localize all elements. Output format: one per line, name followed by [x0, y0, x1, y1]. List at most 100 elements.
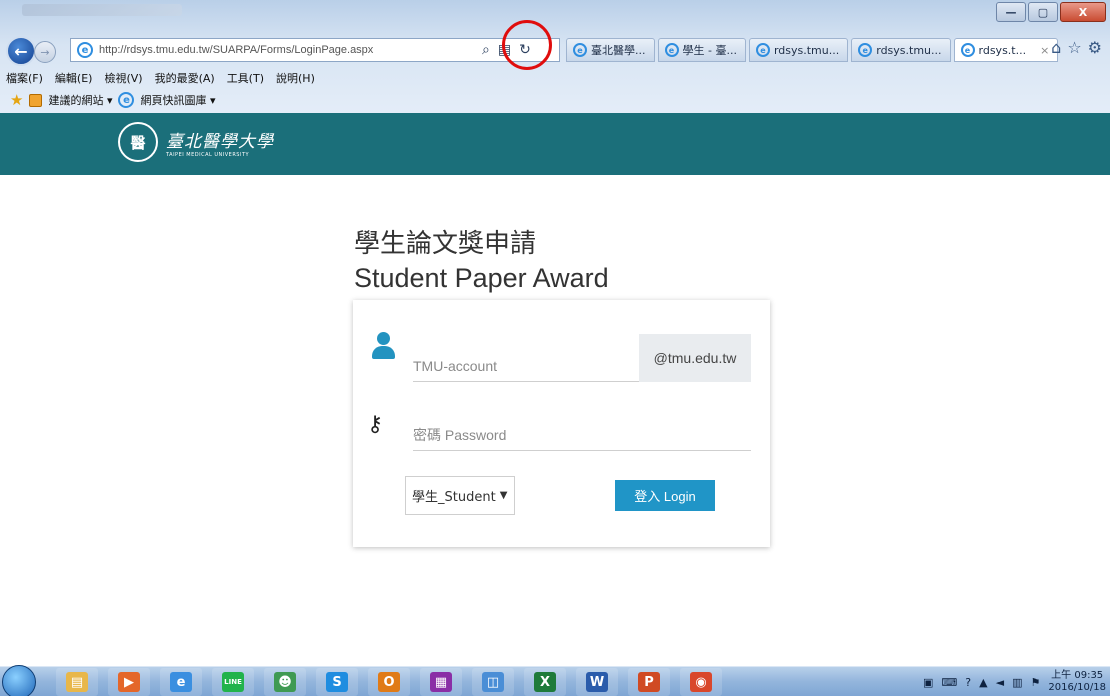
- word-icon: W: [586, 672, 608, 692]
- ie-tab-icon: e: [573, 43, 587, 57]
- page-title-chinese: 學生論文獎申請: [354, 229, 537, 259]
- page-title-english: Student Paper Award: [354, 263, 609, 293]
- taskbar-app-internet-explorer[interactable]: e: [160, 668, 202, 696]
- taskbar-app-skype[interactable]: S: [316, 668, 358, 696]
- taskbar-app-word[interactable]: W: [576, 668, 618, 696]
- menu-tools[interactable]: 工具(T): [227, 70, 264, 86]
- action-center-flag-icon[interactable]: ⚑: [1030, 676, 1040, 689]
- logo-chinese-name: 臺北醫學大學: [166, 131, 274, 152]
- password-input[interactable]: [413, 407, 751, 450]
- language-icon[interactable]: ▣: [923, 676, 933, 689]
- tab-tmu-home[interactable]: e 臺北醫學...: [566, 38, 655, 62]
- tab-label: rdsys.tmu...: [876, 43, 942, 57]
- key-icon: ⚷: [367, 412, 384, 437]
- tab-label: 學生 - 臺...: [682, 44, 737, 57]
- users-icon: ☻: [274, 672, 296, 692]
- favorites-suggested-sites[interactable]: 建議的網站 ▾: [48, 92, 112, 108]
- tab-label: rdsys.tmu...: [773, 43, 840, 57]
- maximize-button[interactable]: ▢: [1028, 2, 1058, 22]
- excel-icon: X: [534, 672, 556, 692]
- close-window-button[interactable]: X: [1060, 2, 1106, 22]
- window-controls: — ▢ X: [996, 2, 1106, 22]
- tab-label: 臺北醫學...: [591, 44, 646, 57]
- line-icon: LINE: [222, 672, 244, 692]
- ie-tab-icon: e: [664, 43, 679, 57]
- favorites-web-slice-gallery[interactable]: 網頁快訊圖庫 ▾: [140, 92, 215, 108]
- show-hidden-icons-icon[interactable]: ▲: [979, 676, 987, 689]
- taskbar-app-chrome[interactable]: ◉: [680, 668, 722, 696]
- login-button[interactable]: 登入 Login: [615, 480, 715, 511]
- favorites-bar: ★ 建議的網站 ▾ e 網頁快訊圖庫 ▾: [0, 89, 1110, 111]
- taskbar-app-excel[interactable]: X: [524, 668, 566, 696]
- network-icon[interactable]: ▥: [1012, 676, 1022, 689]
- winrar-icon: ▦: [430, 672, 452, 692]
- minimize-button[interactable]: —: [996, 2, 1026, 22]
- taskbar-app-outlook[interactable]: O: [368, 668, 410, 696]
- password-field: [413, 407, 751, 451]
- system-tray: ▣ ⌨ ? ▲ ◄ ▥ ⚑ 上午 09:35 2016/10/18: [923, 668, 1106, 696]
- web-slice-icon: e: [118, 92, 135, 108]
- menu-view[interactable]: 檢視(V): [104, 70, 142, 86]
- taskbar-app-media-player[interactable]: ▶: [108, 668, 150, 696]
- user-icon: [371, 330, 397, 362]
- skype-icon: S: [326, 672, 348, 692]
- account-input[interactable]: [413, 338, 639, 381]
- title-bar-quick-access: [22, 4, 182, 16]
- title-bar: — ▢ X: [0, 0, 1110, 32]
- network-icon: ◫: [482, 672, 504, 692]
- taskbar-app-network[interactable]: ◫: [472, 668, 514, 696]
- gear-icon[interactable]: ⚙: [1088, 38, 1102, 57]
- windows-taskbar: ▤ ▶ e LINE ☻ S O ▦ ◫ X W P ◉ ▣ ⌨ ? ▲ ◄ ▥ ⚑ 上午 09:35 …: [0, 665, 1110, 696]
- account-field: [413, 338, 639, 382]
- taskbar-app-explorer[interactable]: ▤: [56, 668, 98, 696]
- tab-label: rdsys.t...: [978, 43, 1027, 57]
- ie-tab-icon: e: [960, 43, 975, 57]
- outlook-icon: O: [378, 672, 400, 692]
- back-button[interactable]: ←: [6, 36, 36, 66]
- role-selected-value: 學生_Student: [412, 490, 496, 505]
- menu-help[interactable]: 說明(H): [276, 70, 315, 86]
- clock[interactable]: 上午 09:35 2016/10/18: [1048, 670, 1106, 694]
- menu-favorites[interactable]: 我的最愛(A): [155, 70, 215, 86]
- address-url[interactable]: http://rdsys.tmu.edu.tw/SUARPA/Forms/Log…: [99, 44, 373, 56]
- chrome-icon: ◉: [690, 672, 712, 692]
- menu-edit[interactable]: 編輯(E): [55, 70, 93, 86]
- start-button[interactable]: [2, 665, 36, 696]
- taskbar-app-users[interactable]: ☻: [264, 668, 306, 696]
- menu-bar: 檔案(F) 編輯(E) 檢視(V) 我的最愛(A) 工具(T) 說明(H): [0, 68, 1110, 88]
- tab-rdsys-active[interactable]: e rdsys.t... ×: [953, 38, 1059, 62]
- clock-time: 上午 09:35: [1051, 670, 1104, 681]
- logo-english-name: TAIPEI MEDICAL UNIVERSITY: [166, 151, 250, 158]
- browser-chrome: — ▢ X ← → e http://rdsys.tmu.edu.tw/SUAR…: [0, 0, 1110, 113]
- user-icon-head: [377, 332, 390, 345]
- taskbar-app-winrar[interactable]: ▦: [420, 668, 462, 696]
- suggested-sites-icon: [29, 93, 43, 107]
- chevron-down-icon: ▼: [499, 490, 508, 501]
- arrow-right-icon: →: [40, 45, 50, 59]
- home-icon[interactable]: ⌂: [1051, 38, 1061, 57]
- ie-tab-icon: e: [755, 43, 770, 57]
- media-player-icon: ▶: [118, 672, 140, 692]
- explorer-icon: ▤: [66, 672, 88, 692]
- keyboard-icon[interactable]: ⌨: [941, 676, 957, 689]
- toolbar-right-icons: ⌂ ☆ ⚙: [1051, 38, 1102, 57]
- volume-icon[interactable]: ◄: [996, 676, 1004, 689]
- role-select[interactable]: 學生_Student ▼: [405, 476, 515, 515]
- taskbar-app-line[interactable]: LINE: [212, 668, 254, 696]
- tab-rdsys-1[interactable]: e rdsys.tmu...: [748, 38, 849, 62]
- tab-strip: e 臺北醫學... e 學生 - 臺... e rdsys.tmu... e r…: [566, 38, 1059, 62]
- logo-text: 臺北醫學大學 TAIPEI MEDICAL UNIVERSITY: [166, 127, 274, 158]
- close-tab-icon[interactable]: ×: [1040, 44, 1049, 57]
- search-icon[interactable]: ⌕: [482, 42, 490, 58]
- help-icon[interactable]: ?: [965, 676, 971, 689]
- tmu-logo[interactable]: 醫 臺北醫學大學 TAIPEI MEDICAL UNIVERSITY: [118, 122, 274, 162]
- favorites-star-icon[interactable]: ★: [10, 91, 23, 109]
- star-icon[interactable]: ☆: [1067, 38, 1081, 57]
- page-title: 學生論文獎申請 Student Paper Award: [354, 227, 609, 295]
- tab-rdsys-2[interactable]: e rdsys.tmu...: [851, 38, 951, 62]
- menu-file[interactable]: 檔案(F): [6, 70, 43, 86]
- taskbar-app-powerpoint[interactable]: P: [628, 668, 670, 696]
- tab-student[interactable]: e 學生 - 臺...: [657, 38, 746, 62]
- forward-button[interactable]: →: [34, 41, 56, 63]
- user-icon-body: [372, 346, 395, 359]
